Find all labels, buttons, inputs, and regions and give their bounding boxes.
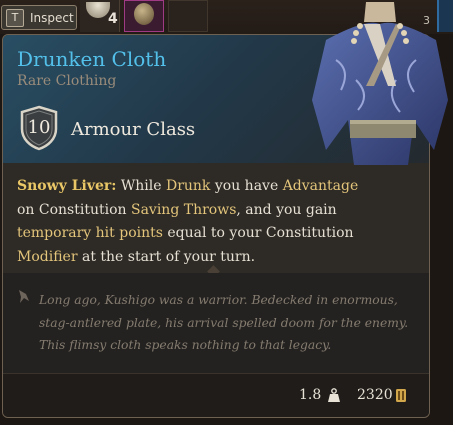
item-price: 2320 bbox=[357, 387, 393, 403]
keyword-advantage[interactable]: Advantage bbox=[283, 178, 359, 194]
passive-description: Snowy Liver: While Drunk you have Advant… bbox=[17, 175, 367, 269]
lore-quill-icon bbox=[19, 290, 29, 303]
passive-text: you have bbox=[210, 178, 283, 194]
armour-class-label: Armour Class bbox=[71, 119, 196, 140]
item-rarity: Rare Clothing bbox=[17, 73, 117, 89]
passive-name: Snowy Liver: bbox=[17, 178, 117, 194]
item-weight: 1.8 bbox=[299, 387, 322, 403]
keyword-modifier[interactable]: Modifier bbox=[17, 249, 78, 265]
food-stack-count: 4 bbox=[108, 11, 118, 27]
passive-text: , and you gain bbox=[236, 201, 337, 218]
inspect-button[interactable]: T Inspect bbox=[1, 5, 77, 30]
keyword-drunk[interactable]: Drunk bbox=[166, 178, 210, 194]
inspect-key-hint: T bbox=[6, 8, 24, 27]
passive-text: While bbox=[116, 178, 166, 194]
passive-text: on Constitution bbox=[17, 201, 131, 218]
passive-text: at the start of your turn. bbox=[77, 248, 256, 265]
inventory-slot-item[interactable] bbox=[124, 0, 164, 32]
robe-artwork bbox=[312, 2, 448, 166]
keyword-temporary-hit-points[interactable]: temporary hit points bbox=[17, 225, 163, 241]
item-name: Drunken Cloth bbox=[17, 47, 167, 71]
passive-section: Snowy Liver: While Drunk you have Advant… bbox=[3, 163, 429, 273]
pouch-icon bbox=[134, 3, 154, 25]
armour-class-value: 10 bbox=[27, 117, 51, 138]
keyword-saving-throws[interactable]: Saving Throws bbox=[131, 202, 236, 218]
lore-section: Long ago, Kushigo was a warrior. Bedecke… bbox=[3, 273, 429, 373]
lore-text: Long ago, Kushigo was a warrior. Bedecke… bbox=[39, 293, 409, 352]
gold-coin-icon bbox=[396, 389, 406, 402]
tooltip-footer: 1.8 2320 bbox=[3, 373, 429, 417]
weight-icon bbox=[328, 388, 340, 402]
passive-text: equal to your Constitution bbox=[162, 225, 354, 241]
inventory-slot-empty[interactable] bbox=[168, 0, 208, 32]
inspect-label: Inspect bbox=[30, 10, 74, 25]
food-bowl-icon bbox=[86, 2, 110, 18]
